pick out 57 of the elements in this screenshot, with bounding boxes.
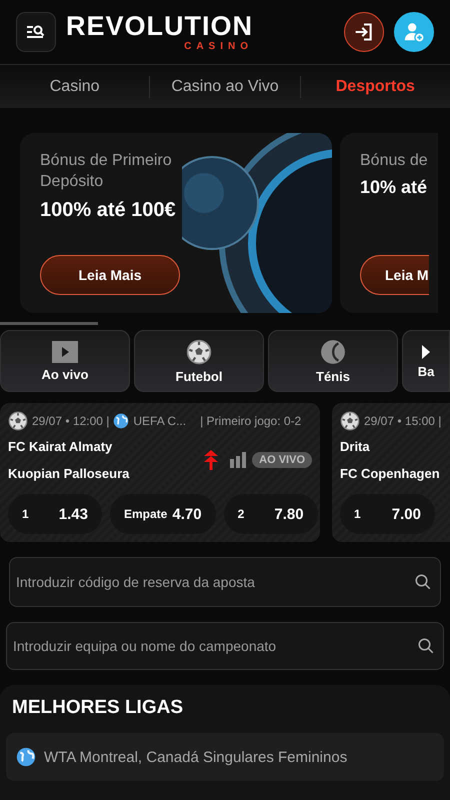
odds-button[interactable]: 1 1.43 xyxy=(8,494,102,534)
away-team: FC Copenhagen xyxy=(340,466,441,481)
sport-category-button[interactable]: Ténis xyxy=(268,330,398,392)
trending-up-icon xyxy=(204,450,218,470)
read-more-button[interactable]: Leia Mais xyxy=(40,255,180,295)
sport-category-button[interactable]: Futebol xyxy=(134,330,264,392)
league-item[interactable]: WTA Montreal, Canadá Singulares Femininos xyxy=(6,733,444,781)
nav-tab[interactable]: Casino xyxy=(0,76,150,98)
sport-category-button[interactable]: Ba xyxy=(402,330,450,392)
banner-offer: 100% até 100€ xyxy=(40,198,176,223)
nav-tab[interactable]: Desportos xyxy=(300,76,450,98)
booking-code-input[interactable]: Introduzir código de reserva da aposta xyxy=(14,573,414,591)
odds-button[interactable]: Empate 4.70 xyxy=(110,494,216,534)
booking-code-field[interactable]: Introduzir código de reserva da aposta xyxy=(9,557,441,607)
bonus-banner[interactable]: Bónus de Primeiro Depósito 100% até 100€ Leia Mais xyxy=(20,133,332,313)
menu-search-button[interactable] xyxy=(16,12,56,52)
nav-tab[interactable]: Casino ao Vivo xyxy=(149,76,300,98)
football-icon xyxy=(8,411,28,431)
globe-icon xyxy=(16,747,36,767)
play-icon xyxy=(52,340,78,362)
league-name: WTA Montreal, Canadá Singulares Femininos xyxy=(44,748,348,766)
read-more-button[interactable]: Leia M xyxy=(360,255,429,295)
banner-title: Bónus de Primeiro Depósito xyxy=(40,151,173,192)
match-datetime: 29/07 • 12:00 | xyxy=(32,414,110,428)
logo-subtitle: CASINO xyxy=(184,42,254,52)
chevron-right-icon xyxy=(421,344,431,360)
live-badge: AO VIVO xyxy=(252,452,312,468)
banner-title: Bónus de xyxy=(360,151,429,171)
logo-wordmark[interactable]: REVOLUTION xyxy=(66,12,254,40)
stats-icon xyxy=(230,452,246,468)
home-team: Drita xyxy=(340,439,371,454)
login-icon xyxy=(354,22,374,42)
menu-search-icon xyxy=(26,24,46,40)
search-icon[interactable] xyxy=(414,573,432,591)
bonus-banner[interactable]: Bónus de 10% até Leia M xyxy=(340,133,438,313)
banner-offer: 10% até xyxy=(360,176,428,199)
match-card[interactable]: 29/07 • 15:00 | Drita FC Copenhagen 1 7.00 xyxy=(332,403,450,542)
match-card[interactable]: 29/07 • 12:00 | UEFA C... | Primeiro jogo: 0-2 FC Kairat Almaty Kuopian Palloseura AO VIVO 1 1.43 Empate 4.70 2 7.80 xyxy=(0,403,320,542)
first-leg-note: | Primeiro jogo: 0-2 xyxy=(200,414,302,428)
search-icon[interactable] xyxy=(417,637,435,655)
odds-button[interactable]: 1 7.00 xyxy=(340,494,435,534)
home-team: FC Kairat Almaty xyxy=(8,439,114,454)
football-icon xyxy=(340,411,360,431)
match-datetime: 29/07 • 15:00 | xyxy=(364,414,442,428)
team-search-input[interactable]: Introduzir equipa ou nome do campeonato xyxy=(11,637,417,655)
away-team: Kuopian Palloseura xyxy=(8,466,130,481)
register-button[interactable] xyxy=(394,12,434,52)
section-title: MELHORES LIGAS xyxy=(11,697,184,719)
sport-category-button[interactable]: Ao vivo xyxy=(0,330,130,392)
tennis-ball-icon xyxy=(320,338,346,364)
globe-icon xyxy=(113,413,130,429)
odds-button[interactable]: 2 7.80 xyxy=(224,494,318,534)
login-button[interactable] xyxy=(344,12,384,52)
league-name: UEFA C... xyxy=(133,414,186,428)
team-search-field[interactable]: Introduzir equipa ou nome do campeonato xyxy=(6,622,444,670)
add-user-icon xyxy=(403,21,425,43)
football-icon xyxy=(186,338,212,364)
